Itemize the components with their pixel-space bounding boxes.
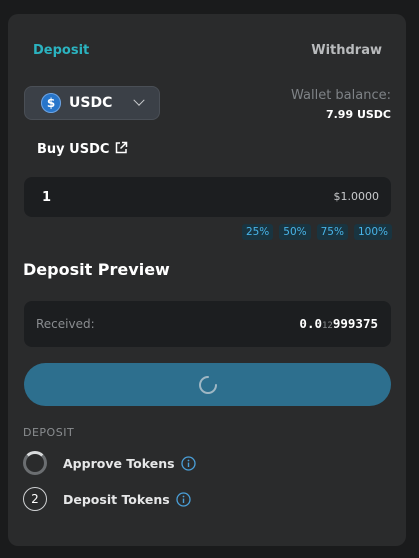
usdc-coin-glyph: $: [46, 96, 56, 110]
received-zero-count: 12: [322, 321, 333, 331]
step-deposit-tokens: 2 Deposit Tokens: [23, 487, 191, 511]
steps-section-title: DEPOSIT: [23, 426, 75, 439]
chevron-down-icon: [133, 94, 145, 106]
amount-input[interactable]: [42, 188, 242, 206]
info-icon[interactable]: [180, 455, 196, 471]
external-link-icon: [116, 141, 128, 153]
tab-withdraw[interactable]: Withdraw: [311, 43, 382, 58]
percent-25-button[interactable]: 25%: [241, 224, 274, 240]
received-label: Received:: [36, 317, 95, 331]
deposit-preview-title: Deposit Preview: [23, 260, 170, 279]
percent-50-button[interactable]: 50%: [279, 224, 311, 240]
usdc-coin-icon: $: [41, 93, 61, 113]
info-icon[interactable]: [176, 491, 191, 507]
received-digits: 999375: [332, 316, 378, 331]
loading-spinner-icon: [198, 375, 217, 394]
percent-75-button[interactable]: 75%: [316, 224, 348, 240]
percent-buttons: 25% 50% 75% 100%: [241, 224, 392, 240]
step-loading-icon: [23, 451, 47, 475]
step-label: Deposit Tokens: [63, 491, 170, 507]
received-box: Received: 0.012999375: [24, 301, 391, 347]
token-selector[interactable]: $ USDC: [24, 86, 160, 120]
step-label: Approve Tokens: [63, 455, 175, 471]
amount-usd-value: $1.0000: [333, 190, 380, 203]
percent-100-button[interactable]: 100%: [353, 224, 392, 240]
received-value: 0.012999375: [299, 316, 378, 331]
wallet-balance-value: 7.99 USDC: [325, 108, 391, 121]
received-prefix: 0.0: [299, 316, 322, 331]
buy-usdc-label: Buy USDC: [37, 142, 110, 157]
buy-usdc-link[interactable]: Buy USDC: [37, 141, 128, 157]
step-number-badge: 2: [23, 487, 47, 511]
amount-field-container: $1.0000: [24, 177, 391, 217]
tab-deposit[interactable]: Deposit: [33, 43, 89, 58]
token-symbol: USDC: [69, 95, 113, 111]
step-approve-tokens: Approve Tokens: [23, 451, 196, 475]
wallet-balance-label: Wallet balance:: [290, 88, 391, 103]
deposit-card: Deposit Withdraw $ USDC Wallet balance: …: [8, 14, 406, 546]
deposit-submit-button[interactable]: [24, 363, 391, 406]
